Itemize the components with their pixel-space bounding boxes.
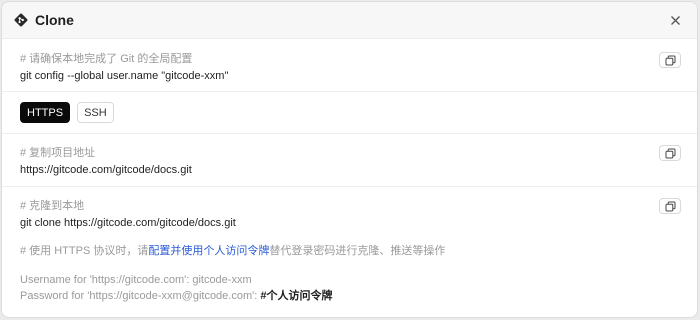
global-config-comment: # 请确保本地完成了 Git 的全局配置 bbox=[20, 53, 193, 65]
password-value: #个人访问令牌 bbox=[260, 290, 333, 302]
tab-https[interactable]: HTTPS bbox=[20, 102, 71, 123]
copy-icon bbox=[665, 148, 676, 159]
clone-local-comment: # 克隆到本地 bbox=[20, 200, 85, 212]
copy-clone-button[interactable] bbox=[659, 198, 681, 214]
password-line: Password for 'https://gitcode-xxm@gitcod… bbox=[20, 289, 332, 303]
copy-address-section: # 复制项目地址 https://gitcode.com/gitcode/doc… bbox=[2, 134, 697, 187]
copy-icon bbox=[665, 201, 676, 212]
https-token-note: # 使用 HTTPS 协议时，请配置并使用个人访问令牌替代登录密码进行克隆、推送… bbox=[20, 244, 445, 258]
token-config-link[interactable]: 配置并使用个人访问令牌 bbox=[148, 245, 269, 257]
title-wrap: Clone bbox=[14, 12, 665, 28]
password-prefix: Password for 'https://gitcode-xxm@gitcod… bbox=[20, 290, 261, 302]
protocol-tabs: HTTPS SSH bbox=[20, 92, 681, 133]
dialog-header: Clone bbox=[2, 2, 697, 39]
git-icon bbox=[14, 13, 28, 27]
dialog-title: Clone bbox=[35, 12, 74, 28]
copy-url-button[interactable] bbox=[659, 145, 681, 161]
username-line: Username for 'https://gitcode.com': gitc… bbox=[20, 274, 252, 286]
copy-address-comment: # 复制项目地址 bbox=[20, 147, 96, 159]
close-icon bbox=[670, 15, 681, 26]
copy-icon bbox=[665, 55, 676, 66]
note-prefix: # 使用 HTTPS 协议时，请 bbox=[20, 245, 149, 257]
tab-ssh[interactable]: SSH bbox=[77, 102, 114, 123]
global-config-section: # 请确保本地完成了 Git 的全局配置 git config --global… bbox=[2, 39, 697, 92]
global-config-command[interactable]: git config --global user.name "gitcode-x… bbox=[20, 69, 228, 83]
repo-url[interactable]: https://gitcode.com/gitcode/docs.git bbox=[20, 163, 192, 177]
note-suffix: 替代登录密码进行克隆、推送等操作 bbox=[269, 245, 446, 257]
copy-config-button[interactable] bbox=[659, 52, 681, 68]
protocol-section: HTTPS SSH bbox=[2, 92, 697, 134]
clone-command[interactable]: git clone https://gitcode.com/gitcode/do… bbox=[20, 216, 236, 230]
close-button[interactable] bbox=[665, 10, 685, 30]
clone-local-section: # 克隆到本地 git clone https://gitcode.com/gi… bbox=[2, 187, 697, 317]
clone-dialog: Clone # 请确保本地完成了 Git 的全局配置 git config --… bbox=[1, 1, 698, 318]
